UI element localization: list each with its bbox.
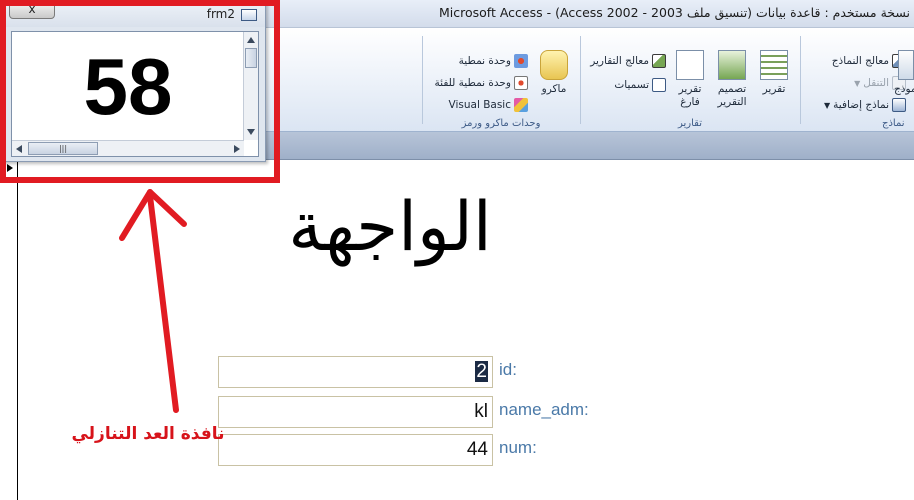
horizontal-scrollbar[interactable]: ||| xyxy=(12,140,244,156)
name-adm-label: name_adm: xyxy=(499,400,589,419)
current-record-marker-icon xyxy=(7,164,13,172)
labels-button[interactable]: تسميات xyxy=(614,76,666,94)
vertical-scrollbar[interactable] xyxy=(243,32,258,140)
form-design-label: نموذج xyxy=(894,83,914,95)
scroll-down-arrow-icon[interactable] xyxy=(247,129,255,135)
num-label: num: xyxy=(499,438,537,457)
visual-basic-button[interactable]: Visual Basic xyxy=(449,96,528,114)
blank-report-icon xyxy=(676,50,704,80)
macro-label: ماكرو xyxy=(541,83,567,95)
id-field[interactable]: 2 xyxy=(218,356,493,388)
ribbon-group-reports: تقرير تصميم التقرير تقرير فارغ معالج الت… xyxy=(582,32,798,132)
report-design-label: تصميم التقرير xyxy=(717,83,747,108)
navigation-label: التنقل xyxy=(863,77,889,89)
more-forms-label: نماذج إضافية xyxy=(833,99,889,111)
labels-label: تسميات xyxy=(614,79,649,91)
window-title-separator: - xyxy=(542,5,556,20)
name-adm-field[interactable]: kl xyxy=(218,396,493,428)
report-design-icon xyxy=(718,50,746,80)
num-field-value: 44 xyxy=(466,439,488,460)
visual-basic-label: Visual Basic xyxy=(448,99,511,111)
app-name: Microsoft Access xyxy=(438,5,543,20)
popup-title-bar[interactable]: x frm2 xyxy=(3,1,265,27)
ribbon-group-macros: ماكرو وحدة نمطية وحدة نمطية للفئة Visual… xyxy=(424,32,578,132)
labels-icon xyxy=(652,78,666,92)
visual-basic-icon xyxy=(514,98,528,112)
popup-form-name: frm2 xyxy=(206,7,235,21)
navigation-dropdown-icon: ▼ xyxy=(854,78,861,88)
report-design-button[interactable]: تصميم التقرير xyxy=(710,50,754,109)
form-design-icon xyxy=(898,50,914,80)
macro-scroll-icon xyxy=(540,50,568,80)
popup-close-button[interactable]: x xyxy=(9,1,55,19)
macros-group-caption: وحدات ماكرو ورمز xyxy=(461,118,541,129)
forms-group-caption: نماذج xyxy=(882,118,905,129)
report-icon xyxy=(760,50,788,80)
id-field-value: 2 xyxy=(475,361,488,382)
name-adm-field-value: kl xyxy=(474,401,488,422)
module-button[interactable]: وحدة نمطية xyxy=(459,52,528,70)
ribbon-group-forms: معالج النماذج ▼ التنقل ▼ نماذج إضافية نم… xyxy=(802,32,914,132)
form-wizard-label: معالج النماذج xyxy=(831,55,889,67)
countdown-value: 58 xyxy=(83,42,173,131)
report-wizard-button[interactable]: معالج التقارير xyxy=(590,52,666,70)
annotation-label: نافذة العد التنازلي xyxy=(71,424,225,444)
report-button[interactable]: تقرير xyxy=(752,50,796,96)
report-label: تقرير xyxy=(762,83,786,95)
module-label: وحدة نمطية xyxy=(458,55,511,67)
window-title-prefix: نسخة مستخدم : قاعدة بيانات (تنسيق ملف Ac… xyxy=(555,5,910,20)
more-forms-icon xyxy=(892,98,906,112)
report-wizard-label: معالج التقارير xyxy=(590,55,649,67)
more-forms-dropdown-icon: ▼ xyxy=(824,100,831,110)
module-icon xyxy=(514,54,528,68)
reports-group-caption: تقارير xyxy=(677,118,703,129)
ribbon-separator xyxy=(422,36,423,124)
scroll-up-arrow-icon[interactable] xyxy=(247,37,255,43)
num-field[interactable]: 44 xyxy=(218,434,493,466)
class-module-icon xyxy=(514,76,528,90)
id-label: id: xyxy=(499,360,517,379)
report-wizard-icon xyxy=(652,54,666,68)
class-module-button[interactable]: وحدة نمطية للفئة xyxy=(435,74,528,92)
horizontal-scroll-thumb[interactable]: ||| xyxy=(28,142,98,155)
window-title: نسخة مستخدم : قاعدة بيانات (تنسيق ملف Ac… xyxy=(439,5,910,20)
class-module-label: وحدة نمطية للفئة xyxy=(434,77,511,89)
vertical-scroll-thumb[interactable] xyxy=(245,48,257,68)
more-forms-button[interactable]: ▼ نماذج إضافية xyxy=(824,96,906,114)
macro-button[interactable]: ماكرو xyxy=(532,50,576,96)
blank-report-label: تقرير فارغ xyxy=(678,83,702,108)
scroll-left-arrow-icon[interactable] xyxy=(16,145,22,153)
scroll-right-arrow-icon[interactable] xyxy=(234,145,240,153)
blank-report-button[interactable]: تقرير فارغ xyxy=(668,50,712,109)
record-selector-rule xyxy=(17,160,18,500)
form-design-button-partial[interactable]: نموذج xyxy=(894,50,914,96)
ribbon-separator xyxy=(800,36,801,124)
countdown-popup-window[interactable]: x frm2 58 ||| xyxy=(2,0,266,162)
popup-body: 58 ||| xyxy=(11,31,259,157)
ribbon-separator xyxy=(580,36,581,124)
form-heading: الواجهة xyxy=(288,188,492,267)
form-icon xyxy=(241,9,257,21)
